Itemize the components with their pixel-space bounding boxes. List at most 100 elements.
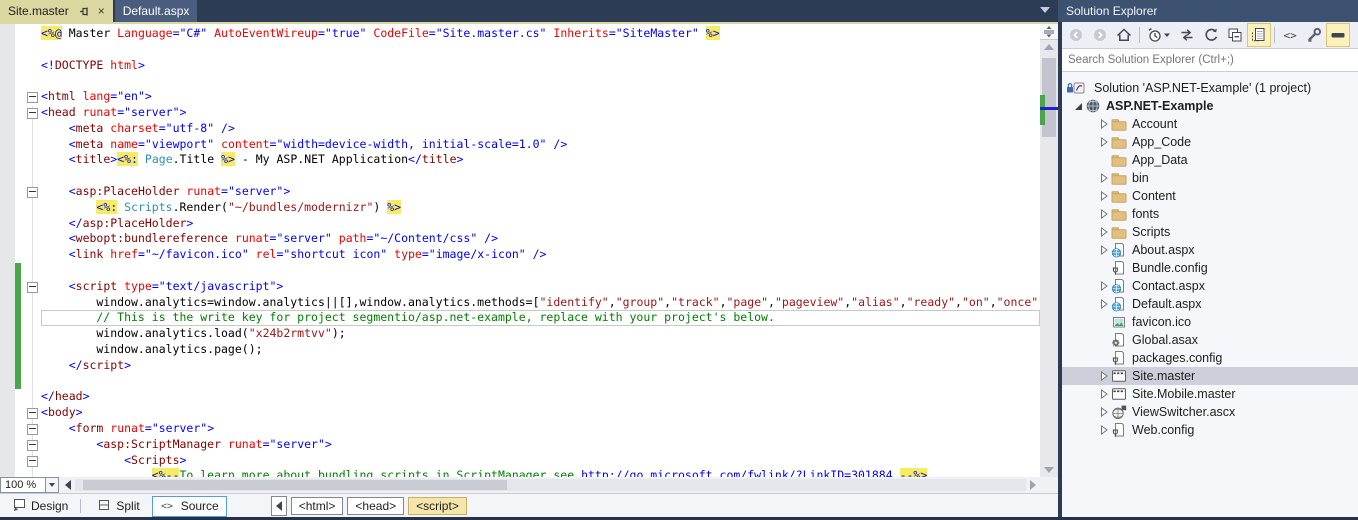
code-line[interactable]: window.analytics.load("x24b2rmtvv"); (0, 326, 1040, 342)
refresh-icon[interactable] (1199, 23, 1223, 47)
properties-icon[interactable] (1302, 23, 1326, 47)
code-line[interactable] (0, 374, 1040, 390)
tab-default-aspx[interactable]: Default.aspx (115, 0, 198, 22)
home-icon[interactable] (1112, 23, 1136, 47)
code-line[interactable]: <meta name="viewport" content="width=dev… (0, 137, 1040, 153)
code-line[interactable]: </head> (0, 389, 1040, 405)
code-line[interactable] (0, 263, 1040, 279)
code-line[interactable]: <%: Scripts.Render("~/bundles/modernizr"… (0, 200, 1040, 216)
close-icon[interactable]: × (98, 6, 105, 16)
chevron-collapsed-icon[interactable] (1098, 367, 1111, 385)
code-line[interactable]: // This is the write key for project seg… (0, 310, 1040, 326)
scrollbar-thumb[interactable] (83, 480, 507, 490)
code-line[interactable]: <asp:ScriptManager runat="server"> (0, 437, 1040, 453)
tree-item[interactable]: Account (1062, 115, 1358, 133)
tab-list-dropdown-icon[interactable] (1040, 7, 1050, 13)
sync-with-active-document-icon[interactable] (1175, 23, 1199, 47)
code-line[interactable] (0, 42, 1040, 58)
tag-breadcrumb[interactable]: <head> (347, 497, 404, 515)
code-line[interactable] (0, 168, 1040, 184)
tree-item[interactable]: Solution 'ASP.NET-Example' (1 project) (1062, 79, 1358, 97)
code-line[interactable]: <html lang="en"> (0, 89, 1040, 105)
chevron-collapsed-icon[interactable] (1098, 385, 1111, 403)
tag-nav-back-icon[interactable] (271, 496, 287, 516)
code-line[interactable]: <head runat="server"> (0, 105, 1040, 121)
collapse-icon[interactable] (25, 421, 41, 437)
pin-icon[interactable] (79, 6, 90, 17)
zoom-level-select[interactable]: 100 % (0, 477, 46, 493)
chevron-collapsed-icon[interactable] (1098, 205, 1111, 223)
chevron-collapsed-icon[interactable] (1098, 277, 1111, 295)
collapse-icon[interactable] (25, 105, 41, 121)
scroll-left-icon[interactable] (65, 480, 71, 490)
scroll-right-icon[interactable] (1030, 480, 1036, 490)
tree-item[interactable]: Site.master (1062, 367, 1358, 385)
collapse-icon[interactable] (25, 89, 41, 105)
tree-item[interactable]: Contact.aspx (1062, 277, 1358, 295)
tree-item[interactable]: Content (1062, 187, 1358, 205)
code-line[interactable]: <webopt:bundlereference runat="server" p… (0, 231, 1040, 247)
tree-item[interactable]: App_Code (1062, 133, 1358, 151)
design-view-button[interactable]: Design (4, 495, 76, 518)
tree-item[interactable]: bin (1062, 169, 1358, 187)
chevron-collapsed-icon[interactable] (1098, 421, 1111, 439)
code-line[interactable]: <asp:PlaceHolder runat="server"> (0, 184, 1040, 200)
collapse-icon[interactable] (25, 405, 41, 421)
scroll-down-icon[interactable] (1044, 467, 1054, 473)
code-line[interactable]: <%--To learn more about bundling scripts… (0, 468, 1040, 477)
code-line[interactable]: <!DOCTYPE html> (0, 58, 1040, 74)
code-line[interactable]: <form runat="server"> (0, 421, 1040, 437)
tree-item[interactable]: Site.Mobile.master (1062, 385, 1358, 403)
tree-item[interactable]: Global.asax (1062, 331, 1358, 349)
tree-item[interactable]: packages.config (1062, 349, 1358, 367)
tree-item[interactable]: Bundle.config (1062, 259, 1358, 277)
code-line[interactable]: <body> (0, 405, 1040, 421)
chevron-collapsed-icon[interactable] (1098, 169, 1111, 187)
tab-site-master[interactable]: Site.master × (0, 0, 113, 22)
chevron-collapsed-icon[interactable] (1098, 241, 1111, 259)
code-line[interactable]: <%@ Master Language="C#" AutoEventWireup… (0, 26, 1040, 42)
code-line[interactable]: window.analytics.page(); (0, 342, 1040, 358)
source-view-button[interactable]: <> Source (152, 496, 227, 517)
collapse-icon[interactable] (25, 184, 41, 200)
collapse-icon[interactable] (25, 437, 41, 453)
code-line[interactable]: <meta charset="utf-8" /> (0, 121, 1040, 137)
code-editor[interactable]: <%@ Master Language="C#" AutoEventWireup… (0, 24, 1040, 477)
code-line[interactable]: <link href="~/favicon.ico" rel="shortcut… (0, 247, 1040, 263)
preview-selected-items-icon[interactable] (1326, 23, 1350, 47)
chevron-collapsed-icon[interactable] (1098, 295, 1111, 313)
tree-item[interactable]: About.aspx (1062, 241, 1358, 259)
tree-item[interactable]: Scripts (1062, 223, 1358, 241)
view-code-icon[interactable]: <> (1278, 23, 1302, 47)
split-editor-handle[interactable] (1040, 24, 1058, 40)
pending-changes-filter-icon[interactable] (1143, 23, 1175, 47)
code-line[interactable]: </script> (0, 358, 1040, 374)
collapse-all-icon[interactable] (1223, 23, 1247, 47)
search-input[interactable] (1062, 49, 1358, 71)
code-line[interactable]: window.analytics=window.analytics||[],wi… (0, 295, 1040, 311)
tag-breadcrumb[interactable]: <html> (291, 497, 344, 515)
forward-icon[interactable] (1088, 23, 1112, 47)
collapse-icon[interactable] (25, 453, 41, 469)
code-line[interactable] (0, 73, 1040, 89)
tree-item[interactable]: ASP.NET-Example (1062, 97, 1358, 115)
chevron-collapsed-icon[interactable] (1098, 187, 1111, 205)
chevron-collapsed-icon[interactable] (1098, 115, 1111, 133)
tree-item[interactable]: App_Data (1062, 151, 1358, 169)
back-icon[interactable] (1064, 23, 1088, 47)
vertical-scrollbar[interactable] (1040, 24, 1058, 477)
collapse-icon[interactable] (25, 279, 41, 295)
chevron-collapsed-icon[interactable] (1098, 223, 1111, 241)
tree-item[interactable]: favicon.ico (1062, 313, 1358, 331)
code-line[interactable]: <script type="text/javascript"> (0, 279, 1040, 295)
chevron-expanded-icon[interactable] (1072, 97, 1085, 115)
zoom-dropdown-icon[interactable] (46, 477, 59, 493)
code-line[interactable]: <title><%: Page.Title %> - My ASP.NET Ap… (0, 152, 1040, 168)
tree-item[interactable]: Default.aspx (1062, 295, 1358, 313)
horizontal-scrollbar[interactable] (75, 479, 1026, 491)
code-line[interactable]: </asp:PlaceHolder> (0, 216, 1040, 232)
chevron-collapsed-icon[interactable] (1098, 133, 1111, 151)
chevron-collapsed-icon[interactable] (1098, 403, 1111, 421)
tag-breadcrumb[interactable]: <script> (408, 497, 467, 515)
show-all-files-icon[interactable] (1247, 23, 1271, 47)
